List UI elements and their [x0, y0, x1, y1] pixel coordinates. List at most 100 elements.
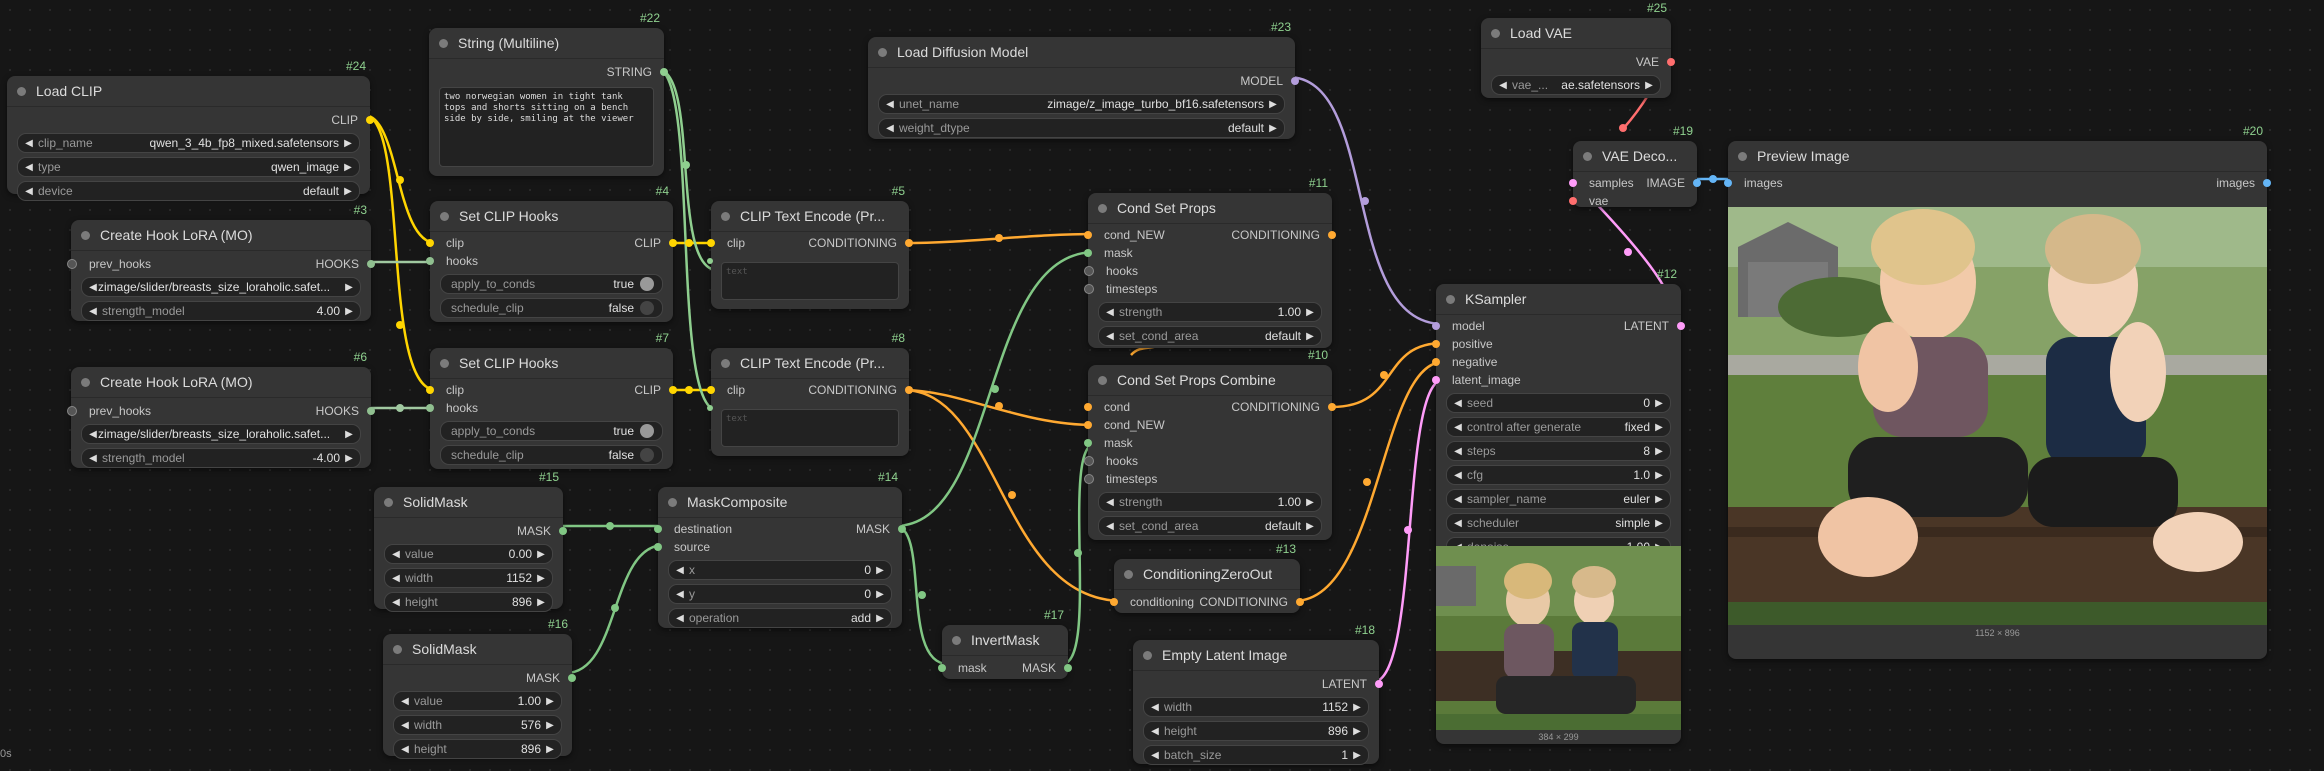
input-socket[interactable]	[1432, 376, 1440, 384]
arrow-left-icon[interactable]: ◀	[1105, 331, 1115, 342]
node-preview-image[interactable]: #20 Preview Image images images 1152 × 8…	[1724, 124, 2271, 659]
output-socket[interactable]	[1296, 598, 1304, 606]
input-socket[interactable]	[1084, 284, 1094, 294]
node-vae-decode[interactable]: #19 VAE Deco... samples IMAGE vae	[1569, 124, 1701, 208]
value-number[interactable]: ◀ value 0.00 ▶	[384, 544, 553, 564]
arrow-right-icon[interactable]: ▶	[1654, 446, 1664, 457]
lora-name-combo[interactable]: ◀ zimage/slider/breasts_size_loraholic.sa…	[81, 277, 361, 297]
arrow-right-icon[interactable]: ▶	[343, 162, 353, 173]
input-socket[interactable]	[707, 386, 715, 394]
arrow-right-icon[interactable]: ▶	[1305, 307, 1315, 318]
arrow-left-icon[interactable]: ◀	[24, 162, 34, 173]
arrow-right-icon[interactable]: ▶	[1268, 123, 1278, 134]
device-combo[interactable]: ◀ device default ▶	[17, 181, 360, 201]
collapse-dot-icon[interactable]	[17, 86, 26, 96]
text-input[interactable]: text	[721, 262, 899, 300]
input-socket[interactable]	[426, 386, 434, 394]
toggle-knob-icon[interactable]	[640, 424, 654, 438]
output-socket[interactable]	[1064, 664, 1072, 672]
prompt-textarea[interactable]: two norwegian women in tight tank tops a…	[439, 87, 654, 167]
arrow-right-icon[interactable]: ▶	[1352, 726, 1362, 737]
arrow-left-icon[interactable]: ◀	[88, 429, 98, 440]
arrow-left-icon[interactable]: ◀	[885, 99, 895, 110]
input-socket[interactable]	[1110, 598, 1118, 606]
collapse-dot-icon[interactable]	[668, 497, 677, 507]
output-socket[interactable]	[367, 260, 375, 268]
schedule-clip-toggle[interactable]: schedule_clip false	[440, 298, 663, 318]
collapse-dot-icon[interactable]	[81, 377, 90, 387]
node-conditioning-zero-out[interactable]: #13 ConditioningZeroOut conditioning CON…	[1110, 542, 1304, 613]
input-socket[interactable]	[1084, 231, 1092, 239]
strength-number[interactable]: ◀ strength 1.00 ▶	[1098, 492, 1322, 512]
height-number[interactable]: ◀ height 896 ▶	[1143, 721, 1369, 741]
input-socket[interactable]	[938, 664, 946, 672]
collapse-dot-icon[interactable]	[1098, 375, 1107, 385]
output-socket[interactable]	[1291, 77, 1299, 85]
arrow-right-icon[interactable]: ▶	[1654, 518, 1664, 529]
collapse-dot-icon[interactable]	[439, 38, 448, 48]
node-load-vae[interactable]: #25 Load VAE VAE ◀ vae_... ae.safetensors ▶	[1481, 1, 1675, 98]
output-socket[interactable]	[1375, 680, 1383, 688]
lora-name-combo[interactable]: ◀ zimage/slider/breasts_size_loraholic.sa…	[81, 424, 361, 444]
arrow-right-icon[interactable]: ▶	[344, 282, 354, 293]
batch-size-number[interactable]: ◀ batch_size 1 ▶	[1143, 745, 1369, 765]
arrow-left-icon[interactable]: ◀	[400, 744, 410, 755]
arrow-right-icon[interactable]: ▶	[1352, 702, 1362, 713]
arrow-right-icon[interactable]: ▶	[1654, 494, 1664, 505]
collapse-dot-icon[interactable]	[952, 635, 961, 645]
control-after-generate-combo[interactable]: ◀ control after generate fixed ▶	[1446, 417, 1671, 437]
arrow-right-icon[interactable]: ▶	[1644, 80, 1654, 91]
collapse-dot-icon[interactable]	[1124, 569, 1133, 579]
input-socket[interactable]	[1084, 421, 1092, 429]
output-socket[interactable]	[905, 239, 913, 247]
node-load-diffusion-model[interactable]: #23 Load Diffusion Model MODEL ◀ unet_nam…	[868, 20, 1299, 139]
height-number[interactable]: ◀ height 896 ▶	[393, 739, 562, 759]
arrow-left-icon[interactable]: ◀	[391, 597, 401, 608]
output-socket[interactable]	[905, 386, 913, 394]
set-cond-area-combo[interactable]: ◀ set_cond_area default ▶	[1098, 326, 1322, 346]
toggle-knob-icon[interactable]	[640, 277, 654, 291]
node-create-hook-lora-3[interactable]: #3 Create Hook LoRA (MO) prev_hooks HOOK…	[67, 203, 375, 321]
toggle-knob-icon[interactable]	[640, 448, 654, 462]
toggle-knob-icon[interactable]	[640, 301, 654, 315]
input-socket[interactable]	[1432, 358, 1440, 366]
collapse-dot-icon[interactable]	[1583, 151, 1592, 161]
input-socket[interactable]	[67, 259, 77, 269]
output-socket[interactable]	[898, 525, 906, 533]
arrow-left-icon[interactable]: ◀	[1453, 518, 1463, 529]
width-number[interactable]: ◀ width 1152 ▶	[384, 568, 553, 588]
vae-name-combo[interactable]: ◀ vae_... ae.safetensors ▶	[1491, 75, 1661, 95]
input-socket[interactable]	[1569, 179, 1577, 187]
arrow-right-icon[interactable]: ▶	[875, 589, 885, 600]
apply-to-conds-toggle[interactable]: apply_to_conds true	[440, 274, 663, 294]
arrow-left-icon[interactable]: ◀	[24, 138, 34, 149]
unet-name-combo[interactable]: ◀ unet_name zimage/z_image_turbo_bf16.safe…	[878, 94, 1285, 114]
scheduler-combo[interactable]: ◀ scheduler simple ▶	[1446, 513, 1671, 533]
output-socket[interactable]	[1693, 179, 1701, 187]
output-socket[interactable]	[367, 407, 375, 415]
width-number[interactable]: ◀ width 576 ▶	[393, 715, 562, 735]
node-clip-text-encode-8[interactable]: #8 CLIP Text Encode (Pr... clip CONDITIO…	[707, 331, 913, 456]
input-socket[interactable]	[654, 543, 662, 551]
node-invert-mask[interactable]: #17 InvertMask mask MASK	[938, 608, 1072, 679]
arrow-left-icon[interactable]: ◀	[1150, 750, 1160, 761]
arrow-right-icon[interactable]: ▶	[1654, 398, 1664, 409]
node-solid-mask-16[interactable]: #16 SolidMask MASK ◀ value 1.00 ▶ ◀ width 576…	[383, 617, 576, 759]
output-socket[interactable]	[1328, 403, 1336, 411]
arrow-right-icon[interactable]: ▶	[344, 306, 354, 317]
collapse-dot-icon[interactable]	[81, 230, 90, 240]
arrow-left-icon[interactable]: ◀	[1453, 446, 1463, 457]
arrow-right-icon[interactable]: ▶	[545, 696, 555, 707]
sampler-name-combo[interactable]: ◀ sampler_name euler ▶	[1446, 489, 1671, 509]
node-empty-latent-image[interactable]: #18 Empty Latent Image LATENT ◀ width 1152…	[1133, 623, 1383, 765]
collapse-dot-icon[interactable]	[384, 497, 393, 507]
seed-number[interactable]: ◀ seed 0 ▶	[1446, 393, 1671, 413]
input-socket[interactable]	[67, 406, 77, 416]
steps-number[interactable]: ◀ steps 8 ▶	[1446, 441, 1671, 461]
arrow-left-icon[interactable]: ◀	[391, 573, 401, 584]
input-socket[interactable]	[707, 258, 713, 264]
input-socket[interactable]	[1432, 340, 1440, 348]
arrow-left-icon[interactable]: ◀	[1498, 80, 1508, 91]
input-socket[interactable]	[1084, 403, 1092, 411]
node-clip-text-encode-5[interactable]: #5 CLIP Text Encode (Pr... clip CONDITIO…	[707, 184, 913, 309]
